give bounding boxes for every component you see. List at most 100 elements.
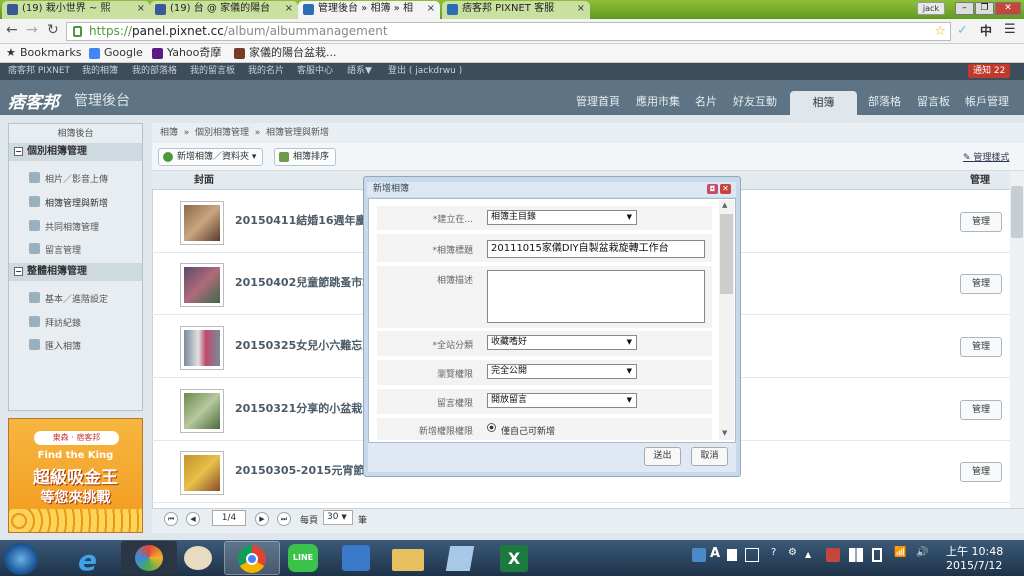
per-page-select[interactable]: 30 ▼ <box>323 510 353 525</box>
menu-icon[interactable]: ☰ <box>1004 22 1016 37</box>
manage-button[interactable]: 管理 <box>960 337 1002 357</box>
ime-indicator[interactable]: 中 <box>980 22 992 39</box>
cancel-button[interactable]: 取消 <box>691 447 728 466</box>
manage-button[interactable]: 管理 <box>960 400 1002 420</box>
bookmark-yahoo[interactable]: Yahoo奇摩 <box>167 44 221 62</box>
first-page-icon[interactable]: ⏮ <box>164 512 178 526</box>
address-bar[interactable]: https://panel.pixnet.cc/album/albummanag… <box>66 22 951 41</box>
album-title-input[interactable]: 20111015家儀DIY自製盆栽旋轉工作台 <box>487 240 705 258</box>
view-permission-select[interactable]: 完全公開 ▼ <box>487 364 637 379</box>
tray-app-icon[interactable] <box>692 548 706 562</box>
collapse-icon[interactable]: − <box>14 147 23 156</box>
back-icon[interactable]: ← <box>6 22 18 38</box>
tray-doc-icon[interactable] <box>727 549 737 561</box>
close-icon[interactable]: × <box>427 1 435 17</box>
ime-icon[interactable]: A <box>710 546 720 561</box>
nav-blog[interactable]: 部落格 <box>868 93 901 109</box>
sidebar-item-import[interactable]: 匯入相簿 <box>29 339 81 352</box>
settings-icon[interactable]: ⚙ <box>788 547 797 558</box>
topnav-link[interactable]: 我的留言板 <box>190 63 235 80</box>
dialog-scrollbar-thumb[interactable] <box>720 214 733 294</box>
album-cover[interactable] <box>180 326 224 370</box>
sidebar-item-upload[interactable]: 相片／影音上傳 <box>29 172 108 185</box>
battery-icon[interactable] <box>872 548 882 562</box>
dialog-min-icon[interactable]: ◘ <box>707 184 718 194</box>
topnav-link[interactable]: 客服中心 <box>297 63 333 80</box>
close-icon[interactable]: × <box>285 1 293 17</box>
paint-icon[interactable] <box>172 541 228 575</box>
album-cover[interactable] <box>180 263 224 307</box>
site-logo[interactable]: 痞客邦 <box>8 88 59 113</box>
topnav-link[interactable]: 登出 ( jackdrwu ) <box>388 63 462 80</box>
file-explorer-icon[interactable] <box>382 541 438 575</box>
topnav-link[interactable]: 我的部落格 <box>132 63 177 80</box>
radio-selected[interactable] <box>487 423 496 432</box>
dialog-close-icon[interactable]: ✕ <box>720 184 731 194</box>
windows-icon[interactable] <box>849 548 863 562</box>
sidebar-item-album-manage[interactable]: 相簿管理與新增 <box>29 196 108 209</box>
help-icon[interactable]: ? <box>771 547 776 558</box>
start-button[interactable] <box>4 543 38 575</box>
album-cover[interactable] <box>180 451 224 495</box>
star-icon[interactable]: ☆ <box>934 23 946 40</box>
nav-friends[interactable]: 好友互動 <box>733 93 777 109</box>
browser-tab-3-active[interactable]: 管理後台 » 相簿 » 相 × <box>298 1 440 19</box>
submit-button[interactable]: 送出 <box>644 447 681 466</box>
album-title[interactable]: 20150321分享的小盆栽(17 <box>235 400 383 416</box>
topnav-link[interactable]: 我的名片 <box>248 63 284 80</box>
prev-page-icon[interactable]: ◀ <box>186 512 200 526</box>
category-select[interactable]: 收藏嗜好 ▼ <box>487 335 637 350</box>
nav-card[interactable]: 名片 <box>695 93 717 109</box>
antivirus-icon[interactable] <box>826 548 840 562</box>
topnav-link[interactable]: 語系▼ <box>347 63 372 80</box>
album-cover[interactable] <box>180 201 224 245</box>
new-album-button[interactable]: 新增相簿／資料夾 ▾ <box>158 148 264 166</box>
sidebar-section-global[interactable]: − 整體相簿管理 <box>9 263 142 281</box>
manage-style-link[interactable]: ✎ 管理樣式 <box>963 150 1009 163</box>
bookmark-google[interactable]: Google <box>104 44 143 62</box>
sort-album-button[interactable]: 相簿排序 <box>274 148 337 166</box>
comment-permission-select[interactable]: 開放留言 ▼ <box>487 393 637 408</box>
manage-button[interactable]: 管理 <box>960 274 1002 294</box>
close-icon[interactable]: × <box>137 1 145 17</box>
collapse-icon[interactable]: − <box>14 267 23 276</box>
topnav-link[interactable]: 我的相簿 <box>82 63 118 80</box>
browser-tab-2[interactable]: (19) 台 @ 家儀的陽台 × <box>150 1 298 19</box>
breadcrumb-item[interactable]: 相簿 <box>160 128 178 138</box>
restore-icon[interactable]: ❐ <box>975 2 994 15</box>
album-cover[interactable] <box>180 389 224 433</box>
sidebar-section-individual[interactable]: − 個別相簿管理 <box>9 143 142 161</box>
close-icon[interactable]: × <box>577 1 585 17</box>
breadcrumb-item[interactable]: 個別相簿管理 <box>195 128 249 138</box>
browser-tab-4[interactable]: 痞客邦 PIXNET 客服 × <box>442 1 590 19</box>
minimize-icon[interactable]: – <box>955 2 974 15</box>
signal-icon[interactable]: 📶 <box>894 547 906 558</box>
tray-keyboard-icon[interactable] <box>745 548 759 562</box>
manage-button[interactable]: 管理 <box>960 462 1002 482</box>
last-page-icon[interactable]: ⏭ <box>277 512 291 526</box>
main-scrollbar-thumb[interactable] <box>1011 186 1023 238</box>
album-desc-textarea[interactable] <box>487 270 705 323</box>
bookmark-blog[interactable]: 家儀的陽台盆栽... <box>249 44 337 62</box>
photocap-icon[interactable] <box>121 541 177 575</box>
scroll-down-icon[interactable]: ▼ <box>722 429 727 437</box>
internet-explorer-icon[interactable]: e <box>66 541 122 577</box>
sidebar-item-shared[interactable]: 共同相簿管理 <box>29 220 99 233</box>
next-page-icon[interactable]: ▶ <box>255 512 269 526</box>
nav-album-active[interactable]: 相簿 <box>790 91 857 115</box>
manage-button[interactable]: 管理 <box>960 212 1002 232</box>
bookmark-folder[interactable]: Bookmarks <box>20 44 81 62</box>
line-icon[interactable]: LINE <box>278 541 334 575</box>
volume-icon[interactable]: 🔊 <box>916 547 928 558</box>
sidebar-item-settings[interactable]: 基本／進階設定 <box>29 292 108 305</box>
scroll-up-icon[interactable]: ▲ <box>722 201 727 209</box>
document-icon[interactable] <box>434 541 490 575</box>
nav-guestbook[interactable]: 留言板 <box>917 93 950 109</box>
nav-apps[interactable]: 應用市集 <box>636 93 680 109</box>
page-input[interactable]: 1/4 <box>212 510 246 526</box>
check-icon[interactable]: ✓ <box>957 23 968 38</box>
parent-select[interactable]: 相簿主目錄 ▼ <box>487 210 637 225</box>
chrome-icon[interactable] <box>224 541 280 575</box>
network-icon[interactable] <box>330 541 386 575</box>
profile-badge[interactable]: jack <box>917 2 945 15</box>
